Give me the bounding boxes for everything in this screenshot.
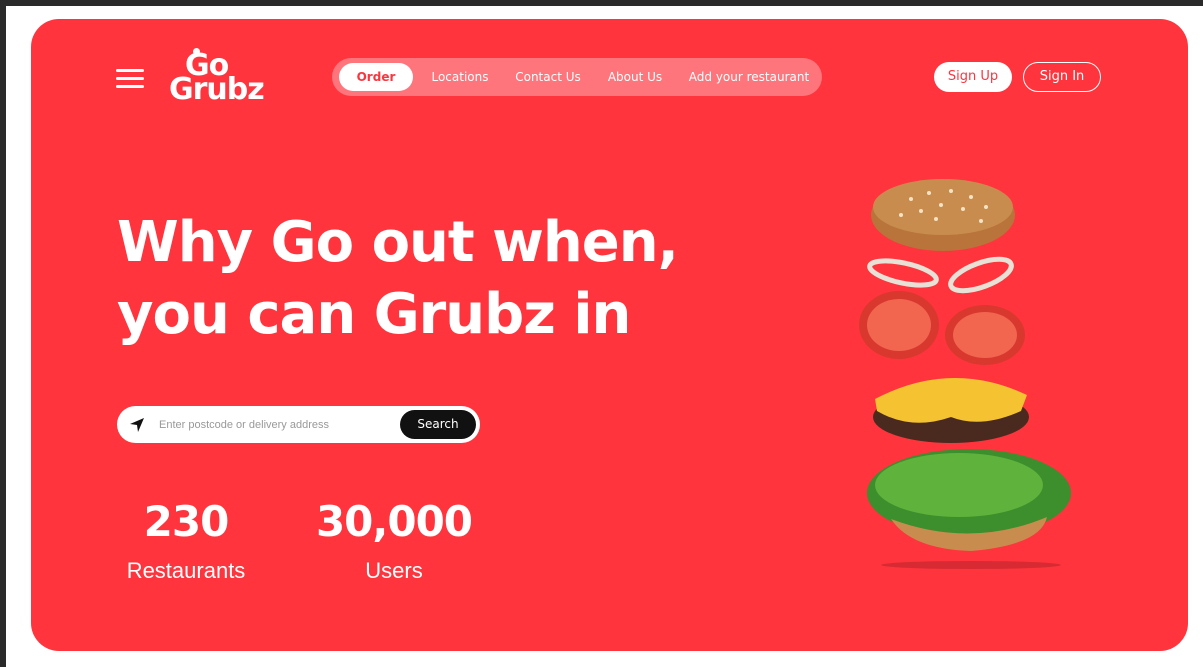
hamburger-line [116, 77, 144, 80]
nav-item-locations[interactable]: Locations [425, 63, 495, 91]
nav-item-order[interactable]: Order [339, 63, 413, 91]
hamburger-icon[interactable] [116, 67, 144, 91]
stat-users: 30,000 Users [314, 497, 474, 585]
main-nav: Order Locations Contact Us About Us Add … [332, 58, 822, 96]
address-input[interactable] [159, 415, 384, 435]
hero-headline-line2: you can Grubz in [117, 282, 631, 347]
location-arrow-icon [130, 418, 144, 432]
nav-item-add-restaurant[interactable]: Add your restaurant [684, 63, 814, 91]
logo-text-bottom: Grubz [169, 72, 265, 107]
address-search-bar: Search [117, 406, 480, 443]
exploded-burger-image [859, 179, 1071, 569]
hamburger-line [116, 69, 144, 72]
search-button[interactable]: Search [400, 410, 476, 439]
nav-item-contact-us[interactable]: Contact Us [510, 63, 586, 91]
sign-up-button[interactable]: Sign Up [934, 62, 1012, 92]
window-frame-top [0, 0, 1203, 6]
sign-in-button[interactable]: Sign In [1023, 62, 1101, 92]
stat-restaurants-label: Restaurants [126, 558, 246, 583]
hero-headline: Why Go out when, you can Grubz in [117, 207, 717, 351]
nav-item-about-us[interactable]: About Us [602, 63, 668, 91]
stat-restaurants: 230 Restaurants [111, 497, 261, 585]
stat-users-value: 30,000 [315, 497, 473, 546]
hamburger-line [116, 85, 144, 88]
window-frame-left [0, 0, 6, 667]
brand-logo[interactable]: Go Grubz [169, 47, 279, 107]
stat-users-label: Users [365, 558, 423, 583]
stat-restaurants-value: 230 [143, 497, 230, 546]
hero-headline-line1: Why Go out when, [117, 210, 679, 275]
hero-card: Go Grubz Order Locations Contact Us Abou… [31, 19, 1188, 651]
